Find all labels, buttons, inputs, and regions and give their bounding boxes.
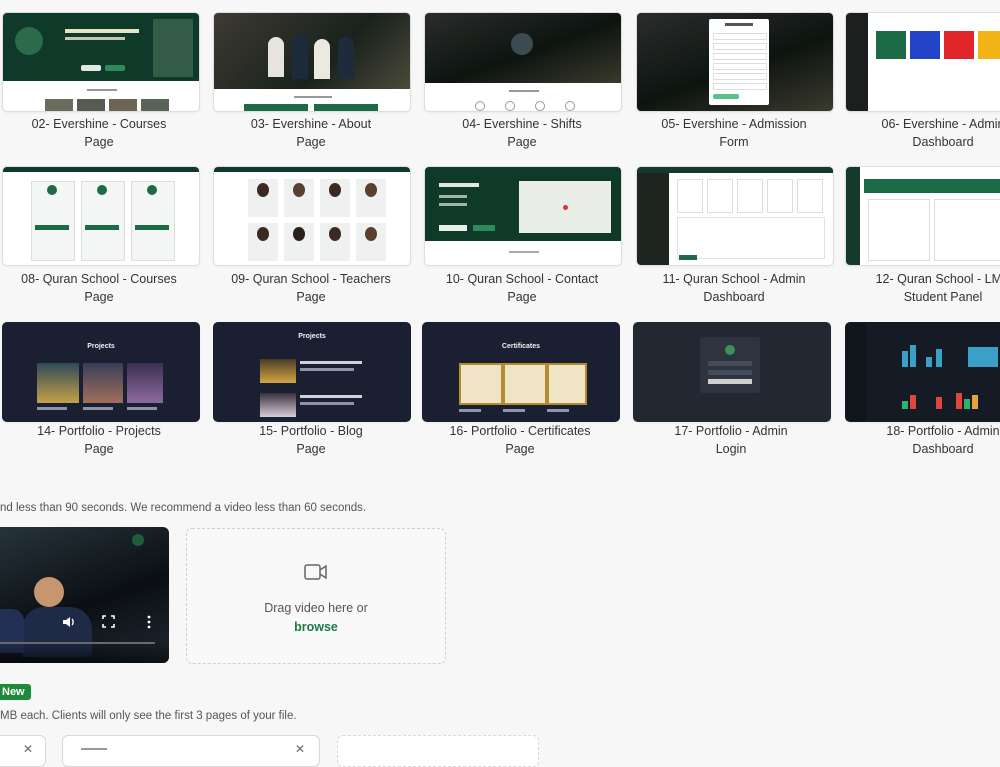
thumbnail-caption: 18- Portfolio - Admin Dashboard: [886, 424, 1000, 456]
new-badge: New: [0, 684, 31, 700]
hero-image: [15, 27, 43, 55]
thumbnail-quran-courses[interactable]: [2, 166, 200, 266]
thumbnail-caption: 08- Quran School - Courses Page: [21, 272, 177, 304]
thumbnail-caption: 04- Evershine - Shifts Page: [462, 117, 582, 149]
video-preview[interactable]: [0, 527, 169, 663]
thumbnail-portfolio-projects[interactable]: Projects: [2, 322, 200, 422]
hero-photo: [153, 19, 193, 77]
sidebar: [846, 323, 866, 421]
remove-file-icon[interactable]: ✕: [23, 742, 33, 756]
sidebar: [846, 13, 868, 111]
thumbnail-portfolio-admin-dashboard[interactable]: [845, 322, 1000, 422]
video-requirements-note: nd less than 90 seconds. We recommend a …: [0, 502, 367, 514]
thumb-heading: Certificates: [501, 343, 541, 350]
thumbnail-caption: 06- Evershine - Admin Dashboard: [881, 117, 1000, 149]
thumbnail-evershine-about[interactable]: [213, 12, 411, 112]
chart-panel: [677, 217, 825, 259]
thumbnail-caption: 10- Quran School - Contact Page: [445, 272, 599, 304]
thumbnail-portfolio-certificates[interactable]: Certificates: [422, 322, 620, 422]
thumbnail-caption: 16- Portfolio - Certificates Page: [449, 424, 591, 456]
thumbnail-caption: 12- Quran School - LMS Student Panel: [875, 272, 1000, 304]
file-requirements-note: MB each. Clients will only see the first…: [0, 710, 297, 722]
more-options-icon[interactable]: [146, 615, 152, 634]
thumbnail-evershine-shifts[interactable]: [424, 12, 622, 112]
thumbnail-portfolio-blog[interactable]: Projects: [213, 322, 411, 422]
file-upload-slot[interactable]: ✕: [62, 735, 320, 767]
file-upload-slot[interactable]: ✕: [0, 735, 46, 767]
fullscreen-icon[interactable]: [102, 615, 115, 633]
video-dropzone[interactable]: Drag video here or browse: [186, 528, 446, 664]
thumbnail-portfolio-admin-login[interactable]: [633, 322, 831, 422]
remove-file-icon[interactable]: ✕: [295, 742, 305, 756]
thumbnail-evershine-admin-dashboard[interactable]: [845, 12, 1000, 112]
thumbnail-caption: 03- Evershine - About Page: [250, 117, 372, 149]
thumbnail-caption: 15- Portfolio - Blog Page: [259, 424, 363, 456]
video-subject: [34, 577, 64, 607]
admission-form-card: [709, 19, 769, 105]
thumbnail-quran-teachers[interactable]: [213, 166, 411, 266]
thumbnail-quran-lms-student-panel[interactable]: [845, 166, 1000, 266]
add-file-dropzone[interactable]: [337, 735, 539, 767]
thumbnail-caption: 05- Evershine - Admission Form: [661, 117, 807, 149]
sidebar: [637, 173, 669, 265]
volume-icon[interactable]: [62, 615, 76, 634]
thumbnail-caption: 17- Portfolio - Admin Login: [674, 424, 788, 456]
thumbnail-caption: 11- Quran School - Admin Dashboard: [662, 272, 806, 304]
thumbnail-caption: 14- Portfolio - Projects Page: [37, 424, 161, 456]
browse-link[interactable]: browse: [187, 620, 445, 634]
thumbnail-caption: 02- Evershine - Courses Page: [31, 117, 167, 149]
thumbnail-evershine-admission-form[interactable]: [636, 12, 834, 112]
thumbnail-quran-admin-dashboard[interactable]: [636, 166, 834, 266]
thumbnail-caption: 09- Quran School - Teachers Page: [231, 272, 391, 304]
thumb-heading: Projects: [298, 333, 326, 340]
thumbnail-evershine-courses[interactable]: [2, 12, 200, 112]
video-progress-bar[interactable]: [0, 642, 155, 644]
students-photo: [214, 13, 410, 89]
dropzone-text: Drag video here or: [264, 601, 368, 615]
sidebar: [846, 167, 860, 265]
map-pin-icon: [563, 205, 568, 210]
thumb-heading: Projects: [87, 343, 115, 350]
thumbnail-quran-contact[interactable]: [424, 166, 622, 266]
video-camera-icon: [304, 563, 328, 586]
